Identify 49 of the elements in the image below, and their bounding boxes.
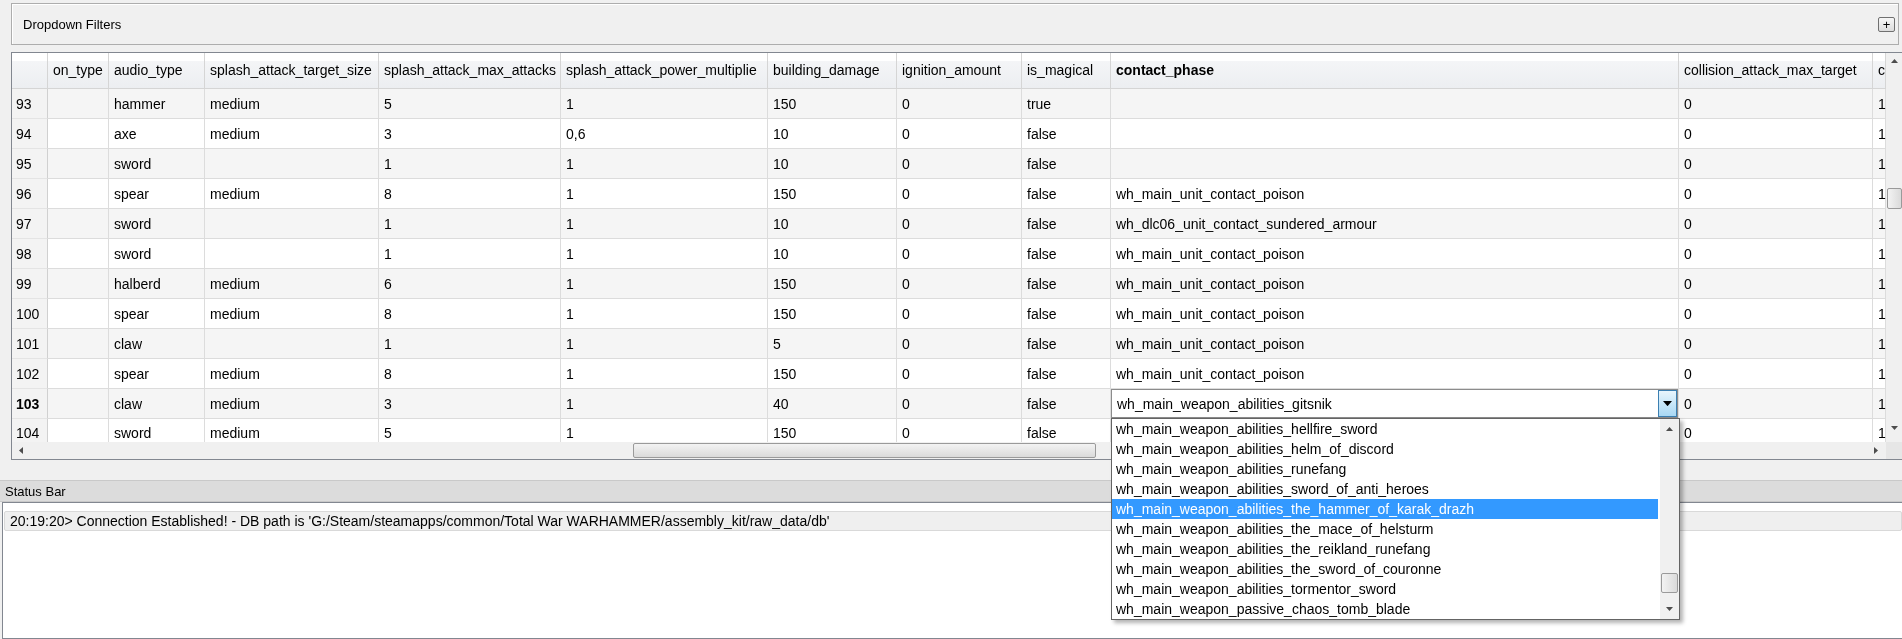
arrow-down-icon[interactable] xyxy=(1890,426,1898,430)
scrollbar-thumb[interactable] xyxy=(1886,188,1902,209)
column-header[interactable]: audio_type xyxy=(109,53,205,89)
arrow-up-icon[interactable] xyxy=(1666,427,1673,431)
column-header[interactable]: ignition_amount xyxy=(897,53,1022,89)
column-header[interactable]: is_magical xyxy=(1022,53,1111,89)
row-number: 93 xyxy=(12,89,48,119)
dropdown-option[interactable]: wh_main_weapon_abilities_hellfire_sword xyxy=(1112,419,1658,439)
dropdown-option[interactable]: wh_main_weapon_abilities_helm_of_discord xyxy=(1112,439,1658,459)
dropdown-option[interactable]: wh_main_weapon_abilities_tormentor_sword xyxy=(1112,579,1658,599)
column-header[interactable]: contact_phase xyxy=(1111,53,1679,89)
dropdown-option[interactable]: wh_main_weapon_abilities_sword_of_anti_heroes xyxy=(1112,479,1658,499)
column-header[interactable]: splash_attack_target_size xyxy=(205,53,379,89)
row-number: 101 xyxy=(12,329,48,359)
row-number: 102 xyxy=(12,359,48,389)
dropdown-option[interactable]: wh_main_weapon_abilities_the_sword_of_couronne xyxy=(1112,559,1658,579)
arrow-right-icon[interactable] xyxy=(1874,447,1878,454)
dropdown-option[interactable]: wh_main_weapon_abilities_the_reikland_runefang xyxy=(1112,539,1658,559)
column-header[interactable]: splash_attack_max_attacks xyxy=(379,53,561,89)
scrollbar-thumb[interactable] xyxy=(633,443,1096,458)
column-header[interactable]: building_damage xyxy=(768,53,897,89)
vertical-scrollbar[interactable] xyxy=(1886,53,1902,442)
dropdown-button[interactable] xyxy=(1658,390,1677,417)
list-scrollbar[interactable] xyxy=(1660,419,1679,619)
scrollbar-thumb[interactable] xyxy=(1661,573,1678,593)
dropdown-option[interactable]: wh_main_weapon_passive_chaos_tomb_blade xyxy=(1112,599,1658,619)
row-number: 94 xyxy=(12,119,48,149)
panel-title: Dropdown Filters xyxy=(23,16,122,32)
add-filter-button[interactable]: + xyxy=(1878,16,1895,32)
arrow-down-icon[interactable] xyxy=(1666,607,1673,611)
row-number: 100 xyxy=(12,299,48,329)
row-number: 96 xyxy=(12,179,48,209)
row-number: 99 xyxy=(12,269,48,299)
column-header[interactable]: c xyxy=(1873,53,1886,89)
row-number: 95 xyxy=(12,149,48,179)
column-header[interactable]: on_type xyxy=(48,53,109,89)
caret-down-icon xyxy=(1662,400,1673,407)
column-header[interactable]: collision_attack_max_target xyxy=(1679,53,1873,89)
row-number: 103 xyxy=(12,389,48,419)
table-corner xyxy=(12,53,48,89)
dropdown-field[interactable]: wh_main_weapon_abilities_gitsnik xyxy=(1111,389,1678,418)
column-header[interactable]: splash_attack_power_multiplie xyxy=(561,53,768,89)
row-number: 97 xyxy=(12,209,48,239)
dropdown-option[interactable]: wh_main_weapon_abilities_runefang xyxy=(1112,459,1658,479)
row-number: 98 xyxy=(12,239,48,269)
row-number: 104 xyxy=(12,419,48,442)
arrow-left-icon[interactable] xyxy=(19,447,23,454)
arrow-up-icon[interactable] xyxy=(1890,59,1898,63)
scrollbar-corner xyxy=(1886,442,1902,459)
